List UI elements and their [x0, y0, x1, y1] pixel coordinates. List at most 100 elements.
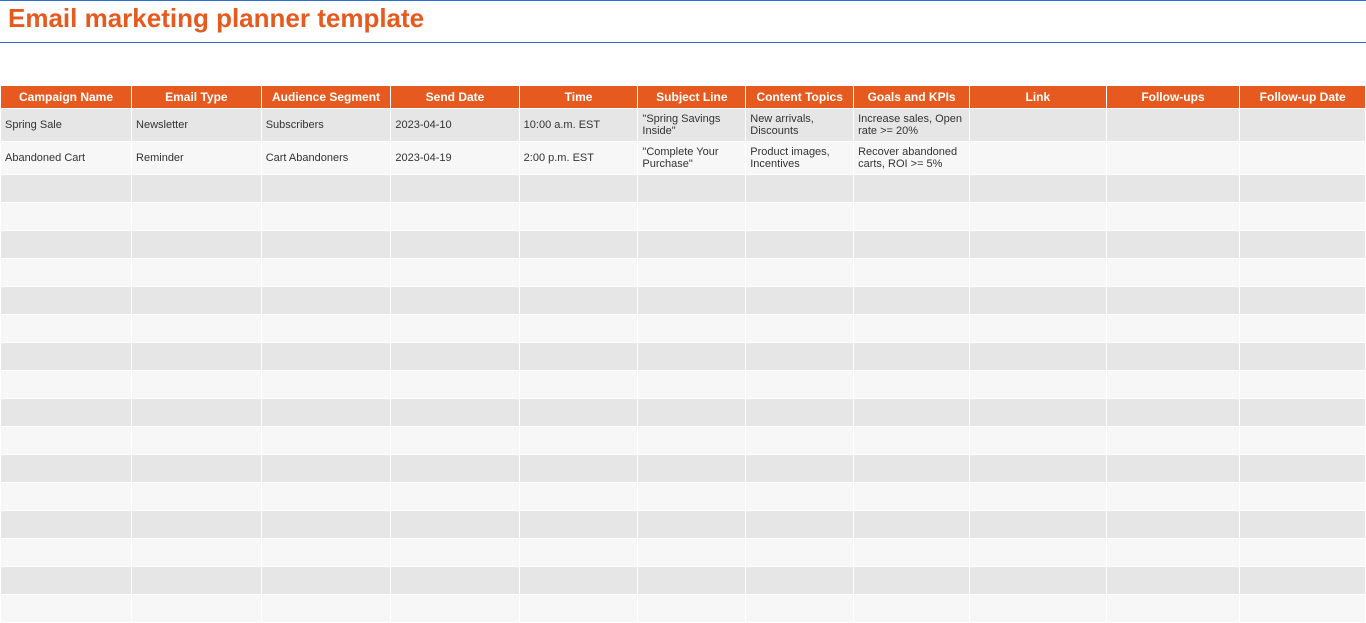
cell-goals-kpis[interactable]: Recover abandoned carts, ROI >= 5% [854, 142, 970, 175]
cell-send-date[interactable] [391, 483, 519, 511]
cell-subject-line[interactable] [638, 595, 746, 623]
cell-content-topics[interactable] [746, 399, 854, 427]
cell-content-topics[interactable]: Product images, Incentives [746, 142, 854, 175]
cell-campaign-name[interactable] [1, 287, 132, 315]
cell-goals-kpis[interactable] [854, 203, 970, 231]
cell-content-topics[interactable] [746, 203, 854, 231]
cell-content-topics[interactable]: New arrivals, Discounts [746, 109, 854, 142]
cell-follow-ups[interactable] [1106, 595, 1240, 623]
cell-campaign-name[interactable]: Abandoned Cart [1, 142, 132, 175]
cell-send-date[interactable] [391, 567, 519, 595]
cell-campaign-name[interactable] [1, 231, 132, 259]
cell-time[interactable] [519, 371, 638, 399]
cell-audience-segment[interactable] [261, 203, 391, 231]
cell-time[interactable] [519, 567, 638, 595]
cell-email-type[interactable] [132, 343, 262, 371]
cell-goals-kpis[interactable] [854, 259, 970, 287]
cell-link[interactable] [970, 567, 1107, 595]
cell-follow-ups[interactable] [1106, 142, 1240, 175]
cell-link[interactable] [970, 483, 1107, 511]
cell-goals-kpis[interactable] [854, 287, 970, 315]
cell-link[interactable] [970, 371, 1107, 399]
cell-time[interactable] [519, 483, 638, 511]
cell-follow-up-date[interactable] [1240, 175, 1366, 203]
cell-subject-line[interactable] [638, 343, 746, 371]
cell-audience-segment[interactable] [261, 595, 391, 623]
cell-follow-ups[interactable] [1106, 371, 1240, 399]
cell-link[interactable] [970, 259, 1107, 287]
cell-email-type[interactable] [132, 567, 262, 595]
cell-goals-kpis[interactable] [854, 175, 970, 203]
col-follow-ups[interactable]: Follow-ups [1106, 86, 1240, 109]
cell-subject-line[interactable] [638, 203, 746, 231]
cell-goals-kpis[interactable] [854, 595, 970, 623]
cell-follow-ups[interactable] [1106, 231, 1240, 259]
cell-link[interactable] [970, 203, 1107, 231]
col-follow-up-date[interactable]: Follow-up Date [1240, 86, 1366, 109]
cell-audience-segment[interactable] [261, 399, 391, 427]
cell-content-topics[interactable] [746, 539, 854, 567]
cell-content-topics[interactable] [746, 343, 854, 371]
cell-time[interactable]: 2:00 p.m. EST [519, 142, 638, 175]
col-audience-segment[interactable]: Audience Segment [261, 86, 391, 109]
cell-audience-segment[interactable] [261, 455, 391, 483]
cell-follow-up-date[interactable] [1240, 287, 1366, 315]
cell-follow-up-date[interactable] [1240, 595, 1366, 623]
cell-goals-kpis[interactable] [854, 399, 970, 427]
cell-email-type[interactable] [132, 427, 262, 455]
col-time[interactable]: Time [519, 86, 638, 109]
cell-link[interactable] [970, 109, 1107, 142]
cell-campaign-name[interactable] [1, 595, 132, 623]
cell-subject-line[interactable] [638, 231, 746, 259]
cell-goals-kpis[interactable] [854, 455, 970, 483]
cell-follow-up-date[interactable] [1240, 109, 1366, 142]
cell-subject-line[interactable] [638, 287, 746, 315]
cell-link[interactable] [970, 595, 1107, 623]
cell-subject-line[interactable] [638, 427, 746, 455]
cell-email-type[interactable] [132, 175, 262, 203]
cell-link[interactable] [970, 399, 1107, 427]
cell-follow-up-date[interactable] [1240, 539, 1366, 567]
cell-audience-segment[interactable] [261, 539, 391, 567]
cell-subject-line[interactable] [638, 483, 746, 511]
cell-follow-up-date[interactable] [1240, 142, 1366, 175]
cell-email-type[interactable] [132, 231, 262, 259]
cell-follow-up-date[interactable] [1240, 259, 1366, 287]
cell-goals-kpis[interactable] [854, 343, 970, 371]
cell-email-type[interactable] [132, 455, 262, 483]
cell-link[interactable] [970, 511, 1107, 539]
cell-campaign-name[interactable] [1, 511, 132, 539]
cell-campaign-name[interactable] [1, 399, 132, 427]
cell-send-date[interactable] [391, 343, 519, 371]
cell-time[interactable] [519, 315, 638, 343]
cell-goals-kpis[interactable] [854, 511, 970, 539]
cell-email-type[interactable] [132, 371, 262, 399]
cell-audience-segment[interactable] [261, 287, 391, 315]
col-link[interactable]: Link [970, 86, 1107, 109]
cell-time[interactable] [519, 595, 638, 623]
cell-subject-line[interactable] [638, 315, 746, 343]
cell-content-topics[interactable] [746, 231, 854, 259]
cell-send-date[interactable] [391, 455, 519, 483]
cell-time[interactable] [519, 427, 638, 455]
cell-email-type[interactable]: Newsletter [132, 109, 262, 142]
cell-goals-kpis[interactable] [854, 483, 970, 511]
cell-time[interactable] [519, 175, 638, 203]
cell-content-topics[interactable] [746, 483, 854, 511]
cell-follow-up-date[interactable] [1240, 399, 1366, 427]
cell-follow-ups[interactable] [1106, 287, 1240, 315]
cell-time[interactable] [519, 343, 638, 371]
cell-send-date[interactable] [391, 427, 519, 455]
cell-time[interactable] [519, 287, 638, 315]
cell-follow-up-date[interactable] [1240, 231, 1366, 259]
cell-link[interactable] [970, 343, 1107, 371]
cell-email-type[interactable] [132, 399, 262, 427]
cell-send-date[interactable] [391, 203, 519, 231]
cell-subject-line[interactable] [638, 511, 746, 539]
cell-time[interactable] [519, 539, 638, 567]
cell-follow-ups[interactable] [1106, 203, 1240, 231]
cell-link[interactable] [970, 427, 1107, 455]
cell-campaign-name[interactable] [1, 203, 132, 231]
cell-follow-up-date[interactable] [1240, 483, 1366, 511]
cell-follow-ups[interactable] [1106, 259, 1240, 287]
